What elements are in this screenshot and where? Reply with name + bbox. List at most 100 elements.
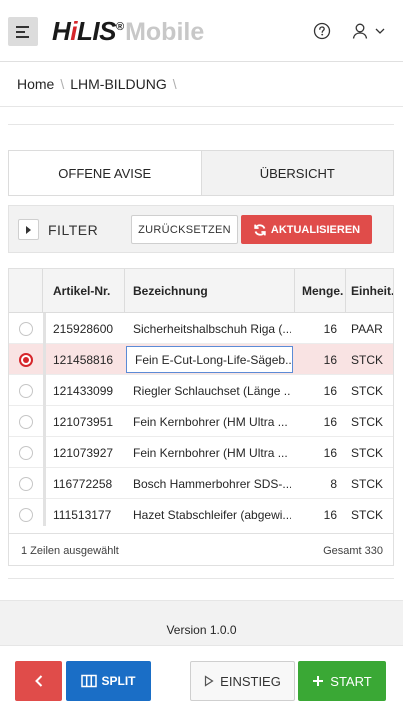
table-row[interactable]: 121073927 Fein Kernbohrer (HM Ultra ... … — [9, 437, 393, 468]
cell-einheit: STCK — [351, 507, 384, 522]
cell-bezeichnung: Bosch Hammerbohrer SDS-... — [133, 476, 291, 491]
breadcrumb-item-lhm-bildung[interactable]: LHM-BILDUNG — [70, 76, 166, 92]
version-bar: Version 1.0.0 — [0, 600, 403, 646]
split-button[interactable]: SPLIT — [66, 661, 151, 701]
cell-artikel: 121073951 — [53, 414, 114, 429]
column-separator — [345, 269, 346, 313]
cell-einheit: STCK — [351, 383, 384, 398]
cell-menge: 16 — [323, 321, 337, 336]
breadcrumb-separator: \ — [60, 76, 65, 92]
cell-einheit: STCK — [351, 445, 384, 460]
divider — [8, 124, 394, 125]
row-select-radio[interactable] — [19, 384, 33, 398]
column-header-menge[interactable]: Menge. — [302, 269, 346, 313]
grid-header: Artikel-Nr. Bezeichnung Menge. Einheit. — [9, 269, 393, 313]
cell-einheit: STCK — [351, 414, 384, 429]
cell-artikel: 121073927 — [53, 445, 114, 460]
start-button-label: START — [330, 673, 372, 689]
cell-menge: 8 — [330, 476, 337, 491]
row-select-radio[interactable] — [19, 508, 33, 522]
selected-count: 1 Zeilen ausgewählt — [21, 545, 119, 557]
plus-icon — [313, 676, 324, 686]
split-button-label: SPLIT — [101, 674, 136, 688]
cell-artikel: 215928600 — [53, 321, 114, 336]
refresh-button[interactable]: AKTUALISIEREN — [241, 215, 372, 244]
row-select-radio[interactable] — [19, 477, 33, 491]
tab-uebersicht[interactable]: ÜBERSICHT — [200, 151, 393, 195]
total-count: Gesamt 330 — [323, 545, 383, 557]
cell-menge: 16 — [323, 352, 337, 367]
cell-menge: 16 — [323, 507, 337, 522]
caret-right-icon — [26, 225, 31, 234]
cell-bezeichnung: Riegler Schlauchset (Länge ... — [133, 383, 291, 398]
row-select-radio[interactable] — [19, 322, 33, 336]
version-label: Version 1.0.0 — [166, 623, 237, 637]
breadcrumb-separator: \ — [172, 76, 177, 92]
columns-icon — [81, 674, 98, 688]
cell-bezeichnung: Fein Kernbohrer (HM Ultra ... — [133, 445, 288, 460]
cell-menge: 16 — [323, 383, 337, 398]
table-row[interactable]: 215928600 Sicherheitshalbschuh Riga (...… — [9, 313, 393, 344]
row-select-radio[interactable] — [19, 446, 33, 460]
grid-footer: 1 Zeilen ausgewählt Gesamt 330 — [9, 533, 393, 565]
cell-artikel: 111513177 — [53, 507, 112, 522]
logo-mobile: Mobile — [125, 18, 205, 46]
column-separator — [42, 269, 43, 313]
logo-registered: ® — [115, 21, 125, 33]
column-header-einheit[interactable]: Einheit. — [351, 269, 393, 313]
column-header-bezeichnung[interactable]: Bezeichnung — [133, 269, 293, 313]
app-logo: HiLIS ® Mobile — [52, 16, 204, 48]
einstieg-button[interactable]: EINSTIEG — [190, 661, 295, 701]
chevron-left-icon — [34, 675, 42, 687]
hamburger-icon-line — [16, 35, 29, 38]
cell-artikel: 121458816 — [53, 352, 114, 367]
row-select-radio[interactable] — [19, 353, 33, 367]
cell-bezeichnung: Sicherheitshalbschuh Riga (... — [133, 321, 291, 336]
column-header-artikel[interactable]: Artikel-Nr. — [53, 269, 125, 313]
user-menu-icon[interactable] — [352, 22, 388, 40]
row-select-radio[interactable] — [19, 415, 33, 429]
filter-label: FILTER — [48, 222, 99, 238]
column-separator — [124, 269, 125, 313]
table-row[interactable]: 116772258 Bosch Hammerbohrer SDS-... 8 S… — [9, 468, 393, 499]
cell-einheit: STCK — [351, 476, 384, 491]
column-separator — [294, 269, 295, 313]
hamburger-icon-line — [16, 30, 25, 33]
breadcrumb-item-home[interactable]: Home — [17, 76, 54, 92]
table-row[interactable]: 121433099 Riegler Schlauchset (Länge ...… — [9, 375, 393, 406]
logo-hilis: HiLIS — [52, 16, 116, 46]
tab-bar: OFFENE AVISE ÜBERSICHT — [8, 150, 394, 196]
reset-button[interactable]: ZURÜCKSETZEN — [131, 215, 238, 244]
back-button[interactable] — [15, 661, 62, 701]
play-outline-icon — [205, 675, 214, 687]
cell-menge: 16 — [323, 445, 337, 460]
cell-einheit: STCK — [351, 352, 384, 367]
hamburger-icon-line — [16, 25, 29, 28]
table-row[interactable]: 121458816 Fein E-Cut-Long-Life-Sägeb... … — [9, 344, 393, 375]
cell-bezeichnung-editing[interactable]: Fein E-Cut-Long-Life-Sägeb... — [126, 346, 293, 373]
table-row[interactable]: 111513177 Hazet Stabschleifer (abgewi...… — [9, 499, 393, 526]
cell-artikel: 116772258 — [53, 476, 113, 491]
hamburger-menu-button[interactable] — [8, 17, 38, 46]
cell-bezeichnung: Fein Kernbohrer (HM Ultra ... — [133, 414, 288, 429]
breadcrumb-bar: Home \ LHM-BILDUNG \ — [0, 62, 403, 107]
help-circle-icon[interactable] — [313, 22, 331, 40]
start-button[interactable]: START — [298, 661, 386, 701]
cell-menge: 16 — [323, 414, 337, 429]
articles-grid: Artikel-Nr. Bezeichnung Menge. Einheit. … — [8, 268, 394, 566]
einstieg-button-label: EINSTIEG — [220, 673, 281, 689]
cell-einheit: PAAR — [351, 321, 383, 336]
refresh-icon — [254, 223, 266, 236]
table-row[interactable]: 121073951 Fein Kernbohrer (HM Ultra ... … — [9, 406, 393, 437]
cell-bezeichnung: Hazet Stabschleifer (abgewi... — [133, 507, 291, 522]
divider — [8, 578, 394, 579]
filter-expand-button[interactable] — [18, 219, 39, 240]
cell-artikel: 121433099 — [53, 383, 114, 398]
app-header: HiLIS ® Mobile — [0, 0, 403, 62]
bottom-action-bar: SPLIT EINSTIEG START — [0, 647, 403, 715]
tab-offene-avise[interactable]: OFFENE AVISE — [9, 151, 201, 195]
breadcrumb: Home \ LHM-BILDUNG \ — [17, 76, 177, 92]
grid-scrollbar[interactable] — [43, 313, 46, 526]
grid-body[interactable]: 215928600 Sicherheitshalbschuh Riga (...… — [9, 313, 393, 526]
filter-bar: FILTER ZURÜCKSETZEN AKTUALISIEREN — [8, 205, 394, 253]
